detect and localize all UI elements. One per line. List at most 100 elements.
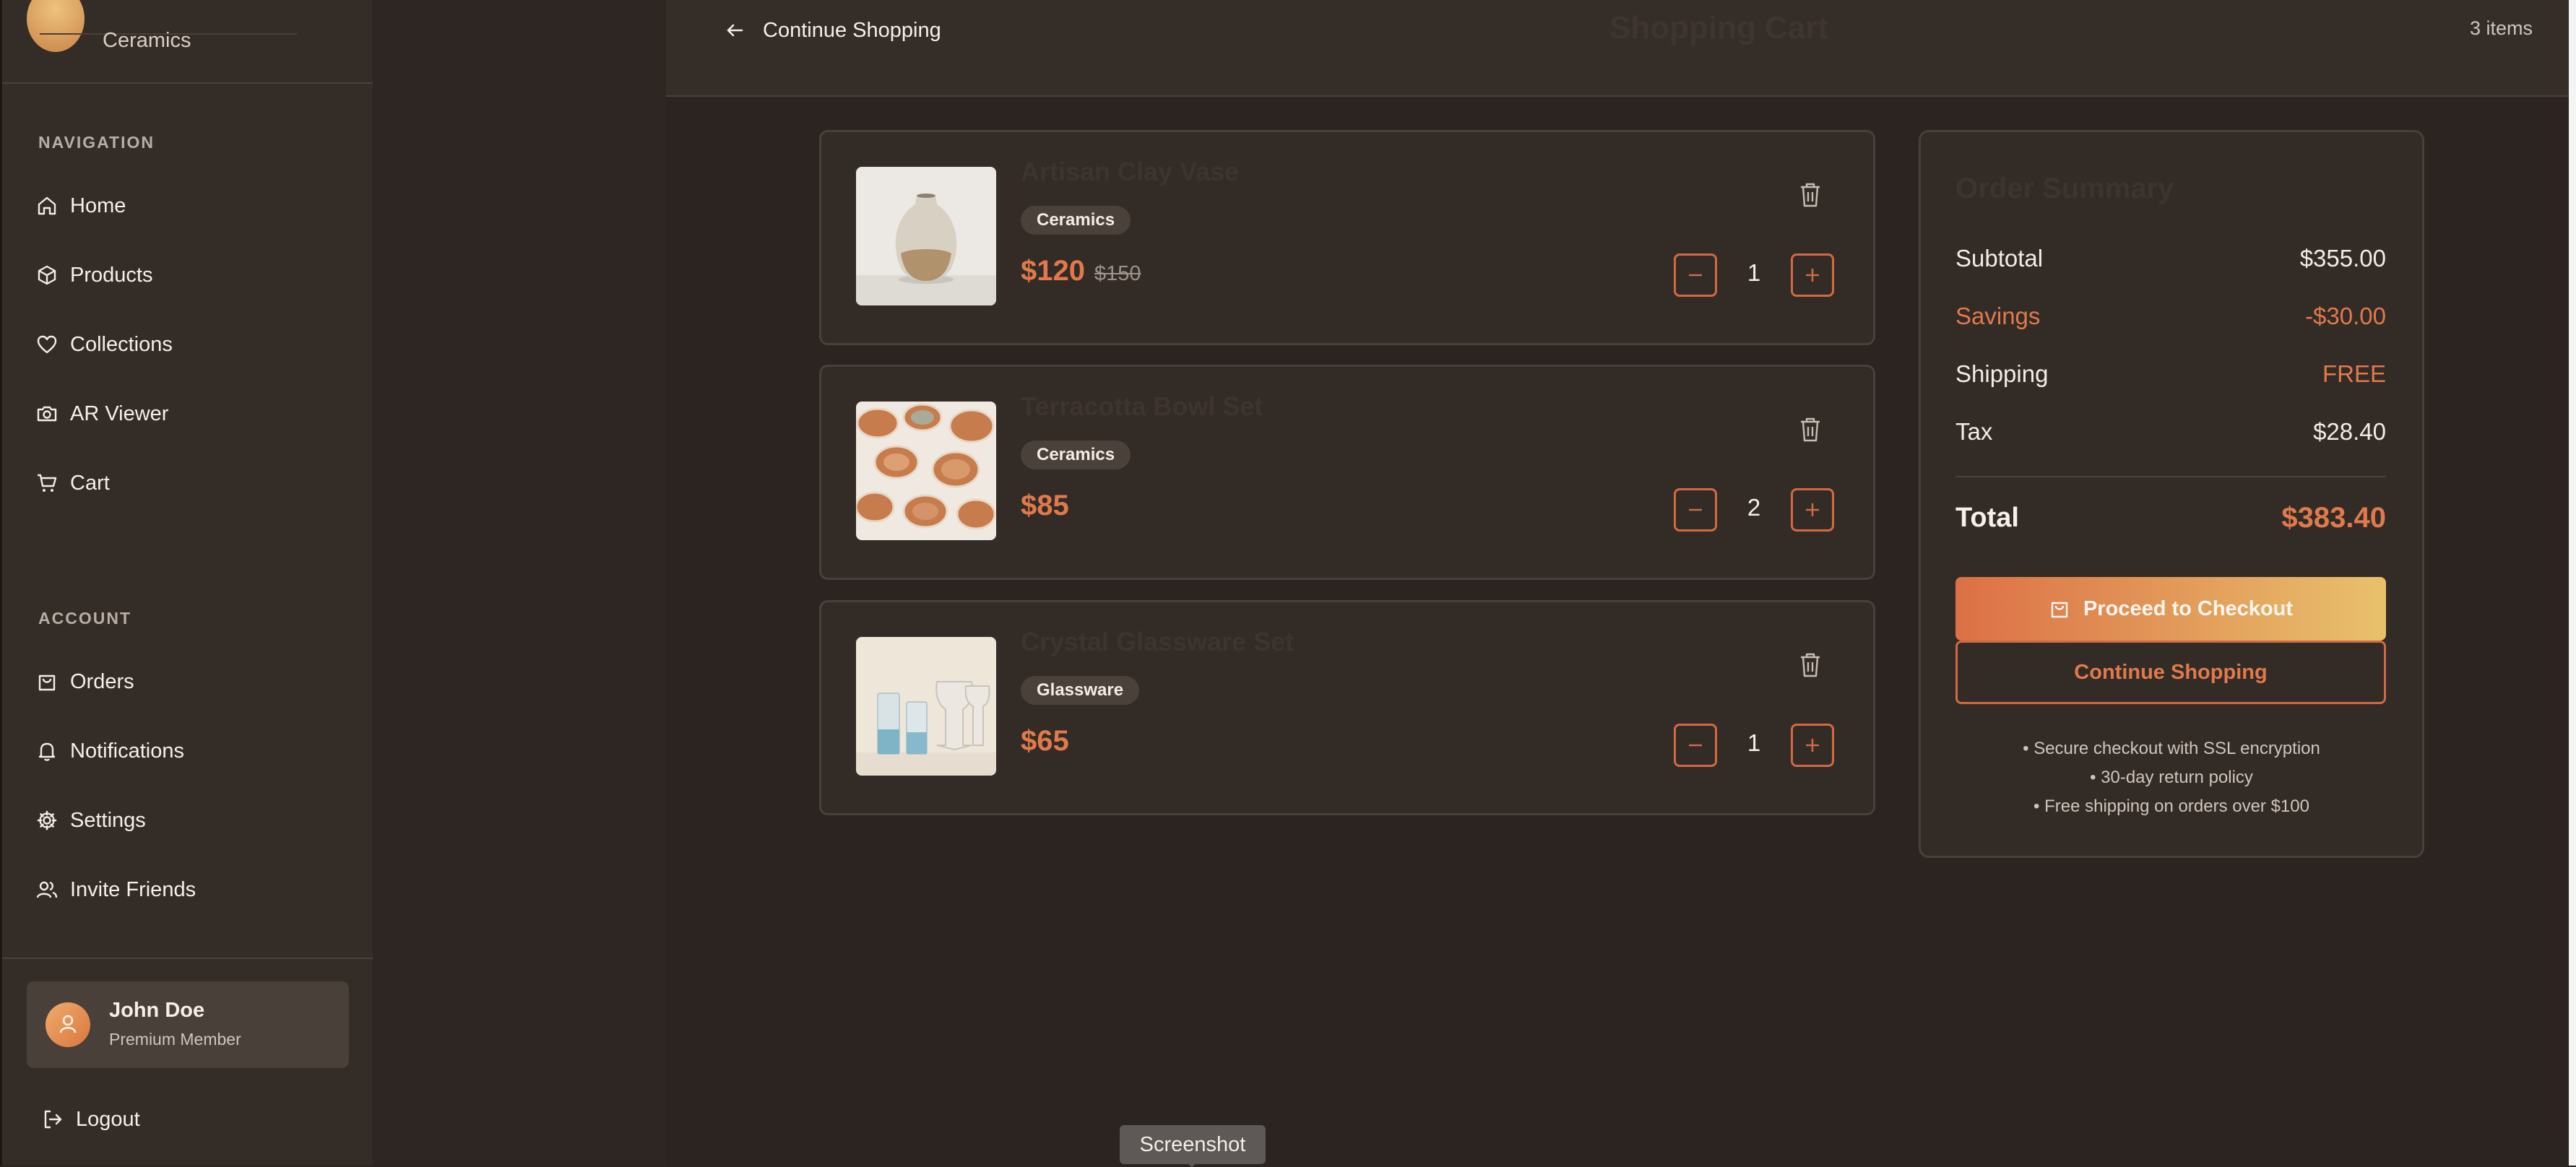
heart-icon xyxy=(37,335,57,354)
page-title: Shopping Cart xyxy=(1609,10,1829,45)
product-price: $85 xyxy=(1021,490,1069,521)
sidebar-item-label: Notifications xyxy=(70,739,184,763)
sidebar-item-label: Settings xyxy=(70,808,146,832)
logout-icon xyxy=(44,1110,62,1129)
sidebar-item-label: Orders xyxy=(70,669,134,693)
top-bar: Continue Shopping Shopping Cart 3 items xyxy=(666,0,2576,97)
sidebar-item-label: Collections xyxy=(70,332,173,356)
shipping-value: FREE xyxy=(2322,360,2386,387)
sidebar-item-label: Home xyxy=(70,194,126,217)
product-price: $120 xyxy=(1021,255,1085,287)
screenshot-tooltip: Screenshot xyxy=(1120,1125,1266,1164)
sidebar-item-settings[interactable]: Settings xyxy=(35,799,353,842)
plus-icon xyxy=(1806,269,1819,282)
savings-row: Savings -$30.00 xyxy=(1955,303,2386,330)
cart-item-count: 3 items xyxy=(2469,17,2533,39)
increase-quantity-button[interactable] xyxy=(1791,488,1834,532)
increase-quantity-button[interactable] xyxy=(1791,724,1834,767)
subtotal-row: Subtotal $355.00 xyxy=(1955,245,2386,272)
continue-shopping-button[interactable]: Continue Shopping xyxy=(1955,641,2386,704)
minus-icon xyxy=(1689,744,1702,747)
minus-icon xyxy=(1689,274,1702,277)
product-image-bowls xyxy=(856,402,996,540)
user-icon xyxy=(59,1015,77,1033)
total-value: $383.40 xyxy=(2281,502,2386,534)
user-name: John Doe xyxy=(109,999,205,1022)
category-badge: Glassware xyxy=(1021,676,1140,705)
subtotal-label: Subtotal xyxy=(1955,245,2044,272)
increase-quantity-button[interactable] xyxy=(1791,253,1834,297)
decrease-quantity-button[interactable] xyxy=(1674,724,1717,767)
product-image-glassware xyxy=(856,637,996,776)
trash-icon[interactable] xyxy=(1798,651,1823,679)
total-label: Total xyxy=(1955,503,2019,533)
sidebar-item-orders[interactable]: Orders xyxy=(35,660,353,703)
summary-note: • Free shipping on orders over $100 xyxy=(2033,797,2309,816)
content-gutter xyxy=(373,0,666,1166)
summary-note: • Secure checkout with SSL encryption xyxy=(2023,739,2320,758)
order-summary: Order Summary Subtotal $355.00 Savings -… xyxy=(1919,130,2424,858)
user-profile-card[interactable]: John Doe Premium Member xyxy=(27,981,349,1068)
brand-logo xyxy=(27,0,85,52)
quantity-value: 1 xyxy=(1747,729,1761,756)
cart-item: Terracotta Bowl Set Ceramics $85 2 xyxy=(819,365,1875,580)
tax-label: Tax xyxy=(1955,418,1993,445)
sidebar-item-cart[interactable]: Cart xyxy=(35,461,353,505)
summary-title: Order Summary xyxy=(1955,173,2174,204)
minus-icon xyxy=(1689,508,1702,511)
decrease-quantity-button[interactable] xyxy=(1674,488,1717,532)
logout-button[interactable]: Logout xyxy=(41,1098,359,1141)
shipping-row: Shipping FREE xyxy=(1955,360,2386,388)
brand-header: Ceramics xyxy=(2,0,373,84)
product-name[interactable]: Artisan Clay Vase xyxy=(1021,157,1239,187)
sidebar-divider xyxy=(2,958,373,959)
product-price: $65 xyxy=(1021,725,1069,757)
tax-value: $28.40 xyxy=(2313,418,2386,445)
category-badge: Ceramics xyxy=(1021,441,1131,469)
avatar xyxy=(46,1002,90,1047)
continue-shopping-label: Continue Shopping xyxy=(2074,660,2268,684)
tooltip-arrow xyxy=(1183,1160,1201,1167)
trash-icon[interactable] xyxy=(1798,181,1823,209)
logout-label: Logout xyxy=(76,1107,140,1131)
quantity-value: 1 xyxy=(1747,259,1761,286)
decrease-quantity-button[interactable] xyxy=(1674,253,1717,297)
sidebar: Ceramics NAVIGATION Home Products Collec… xyxy=(0,0,375,1166)
cart-icon xyxy=(38,474,57,492)
sidebar-item-invite-friends[interactable]: Invite Friends xyxy=(35,868,353,911)
cart-item: Artisan Clay Vase Ceramics $120 $150 1 xyxy=(819,130,1875,345)
window-edge xyxy=(2569,0,2576,1166)
summary-note: • 30-day return policy xyxy=(2090,768,2253,787)
cart-item: Crystal Glassware Set Glassware $65 1 xyxy=(819,600,1875,815)
back-button[interactable]: Continue Shopping xyxy=(724,14,941,46)
box-icon xyxy=(38,265,56,285)
plus-icon xyxy=(1806,503,1819,516)
home-icon xyxy=(38,196,56,215)
brand-name: Ceramics xyxy=(103,29,191,52)
users-icon xyxy=(36,881,58,898)
original-price: $150 xyxy=(1094,262,1141,285)
sidebar-item-notifications[interactable]: Notifications xyxy=(35,729,353,773)
bag-icon xyxy=(38,674,56,691)
sidebar-item-ar-viewer[interactable]: AR Viewer xyxy=(35,392,353,435)
sidebar-item-collections[interactable]: Collections xyxy=(35,323,353,366)
sidebar-item-label: Cart xyxy=(70,471,110,495)
shipping-label: Shipping xyxy=(1955,360,2049,387)
total-row: Total $383.40 xyxy=(1955,502,2386,534)
product-name[interactable]: Terracotta Bowl Set xyxy=(1021,391,1263,422)
sidebar-item-label: AR Viewer xyxy=(70,402,169,425)
shopping-bag-icon xyxy=(2051,602,2068,618)
quantity-value: 2 xyxy=(1747,494,1761,521)
checkout-label: Proceed to Checkout xyxy=(2083,596,2294,620)
product-name[interactable]: Crystal Glassware Set xyxy=(1021,627,1294,657)
product-image-vase xyxy=(856,167,996,305)
bell-icon xyxy=(38,742,56,761)
user-role: Premium Member xyxy=(109,1030,241,1049)
camera-icon xyxy=(37,406,57,422)
gear-icon xyxy=(37,810,57,830)
sidebar-item-home[interactable]: Home xyxy=(35,184,353,227)
trash-icon[interactable] xyxy=(1798,416,1823,443)
sidebar-item-products[interactable]: Products xyxy=(35,253,353,297)
proceed-to-checkout-button[interactable]: Proceed to Checkout xyxy=(1955,577,2386,641)
nav-section-title: NAVIGATION xyxy=(38,133,155,152)
